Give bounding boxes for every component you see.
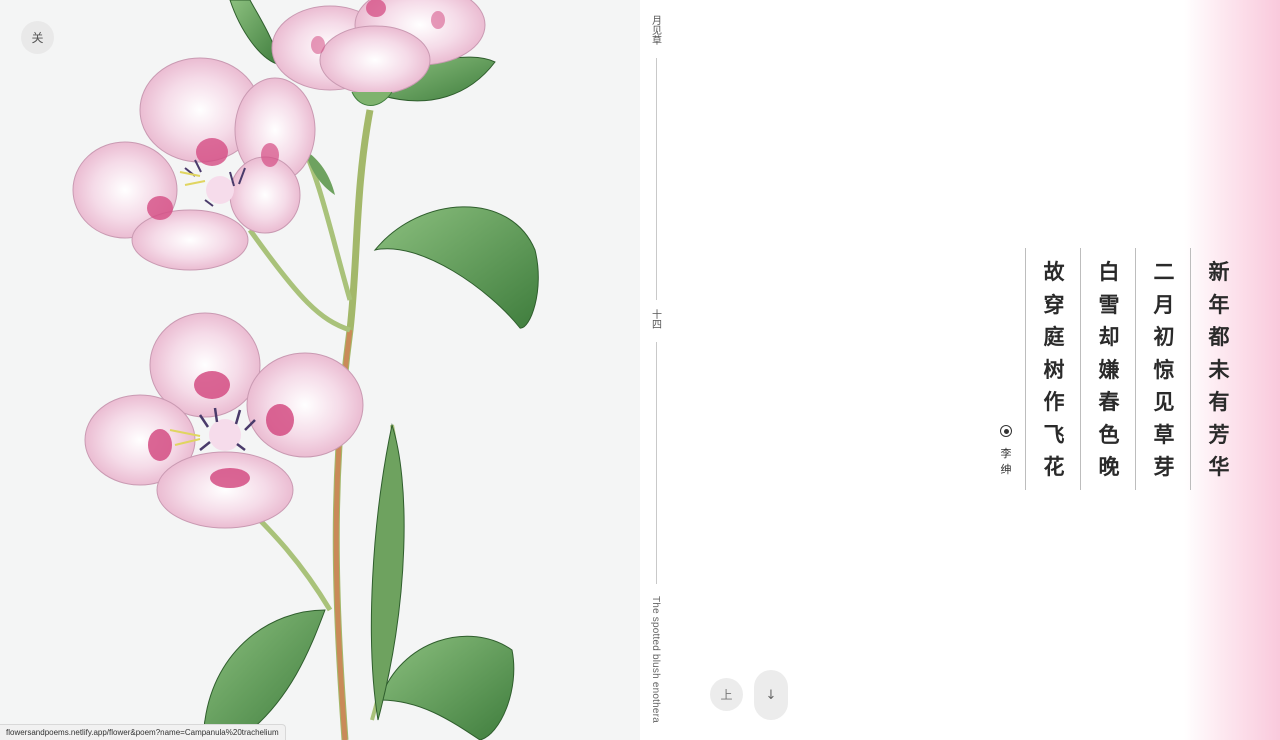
arrow-down-icon: ↓: [765, 687, 777, 703]
close-button[interactable]: 关: [21, 21, 54, 54]
author-seal-icon: [1000, 425, 1012, 437]
flower-artwork: [72, 0, 539, 740]
divider-line-bottom: [656, 342, 657, 584]
poem-column-rule: [1190, 248, 1191, 490]
poem-number: 十 四: [652, 310, 662, 331]
poem-line-4: 故穿庭树作飞花: [1043, 260, 1065, 479]
poem-author: 李 绅: [1000, 447, 1012, 476]
divider-line-top: [656, 58, 657, 300]
status-bar-url: flowersandpoems.netlify.app/flower&poem?…: [0, 724, 286, 740]
series-title: 月 见 草: [652, 16, 662, 47]
poem-line-2: 二月初惊见草芽: [1153, 260, 1175, 479]
next-button[interactable]: ↓: [754, 670, 788, 720]
poem-line-1: 新年都未有芳华: [1208, 260, 1230, 479]
flower-illustration: 关 flowersandpoems.netlify.app/flower&poe…: [0, 0, 640, 740]
poem-column-rule: [1135, 248, 1136, 490]
poem-column-rule: [1080, 248, 1081, 490]
poem-line-3: 白雪却嫌春色晚: [1098, 260, 1120, 479]
flower-name-en: The spotted blush enothera: [650, 596, 661, 723]
poem-column-rule: [1025, 248, 1026, 490]
previous-button[interactable]: 上: [710, 678, 743, 711]
